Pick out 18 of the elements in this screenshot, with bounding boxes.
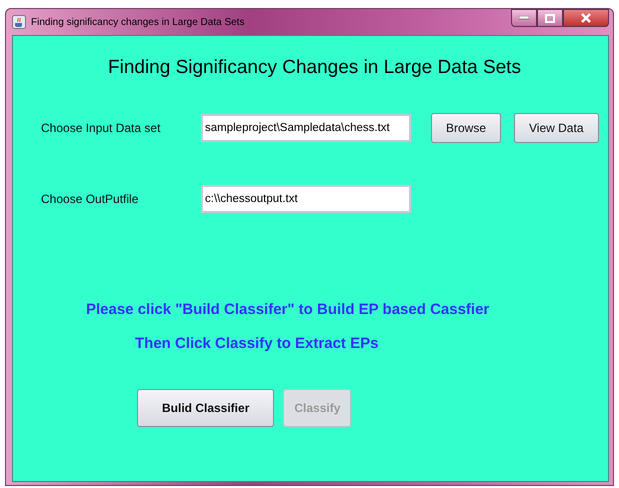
minimize-button[interactable]: [511, 9, 537, 27]
window-title: Finding significancy changes in Large Data Sets: [31, 16, 246, 28]
instruction-text: Please click "Build Classifer" to Build EP based Cassfier: [86, 301, 490, 318]
input-field[interactable]: sampleproject\Sampledata\chess.txt: [201, 114, 411, 142]
field-label: Choose Input Data set: [41, 121, 162, 135]
heading: Finding Significancy Changes in Large Data Sets: [108, 57, 522, 79]
input-field[interactable]: c:\\chessoutput.txt: [201, 185, 411, 213]
maximize-icon: [545, 14, 555, 22]
cup-icon: [12, 15, 26, 29]
maximize-button[interactable]: [537, 9, 563, 27]
button[interactable]: Bulid Classifier: [137, 389, 274, 427]
instruction-text: Then Click Classify to Extract EPs: [135, 335, 380, 352]
field-label: Choose OutPutfile: [41, 192, 140, 206]
button[interactable]: Browse: [431, 113, 502, 143]
minimize-icon: [519, 16, 529, 20]
close-icon: [580, 13, 592, 23]
close-button[interactable]: [563, 9, 609, 27]
button[interactable]: View Data: [514, 113, 598, 143]
